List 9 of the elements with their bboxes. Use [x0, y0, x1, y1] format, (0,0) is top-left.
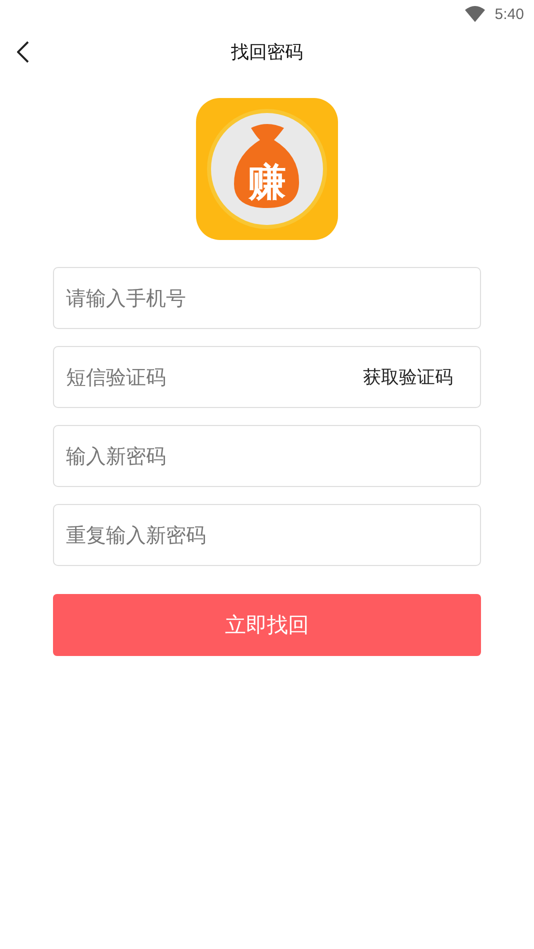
get-code-button[interactable]: 获取验证码 [359, 360, 457, 394]
input-field[interactable]: 重复输入新密码 [53, 504, 481, 566]
back-icon[interactable] [17, 41, 29, 63]
page-title: 找回密码 [231, 41, 303, 64]
status-time: 5:40 [494, 6, 524, 22]
input-field[interactable]: 请输入手机号 [53, 267, 481, 329]
wifi-icon [464, 6, 485, 22]
input-field[interactable]: 输入新密码 [53, 425, 481, 487]
logo-text: 赚 [248, 160, 286, 204]
